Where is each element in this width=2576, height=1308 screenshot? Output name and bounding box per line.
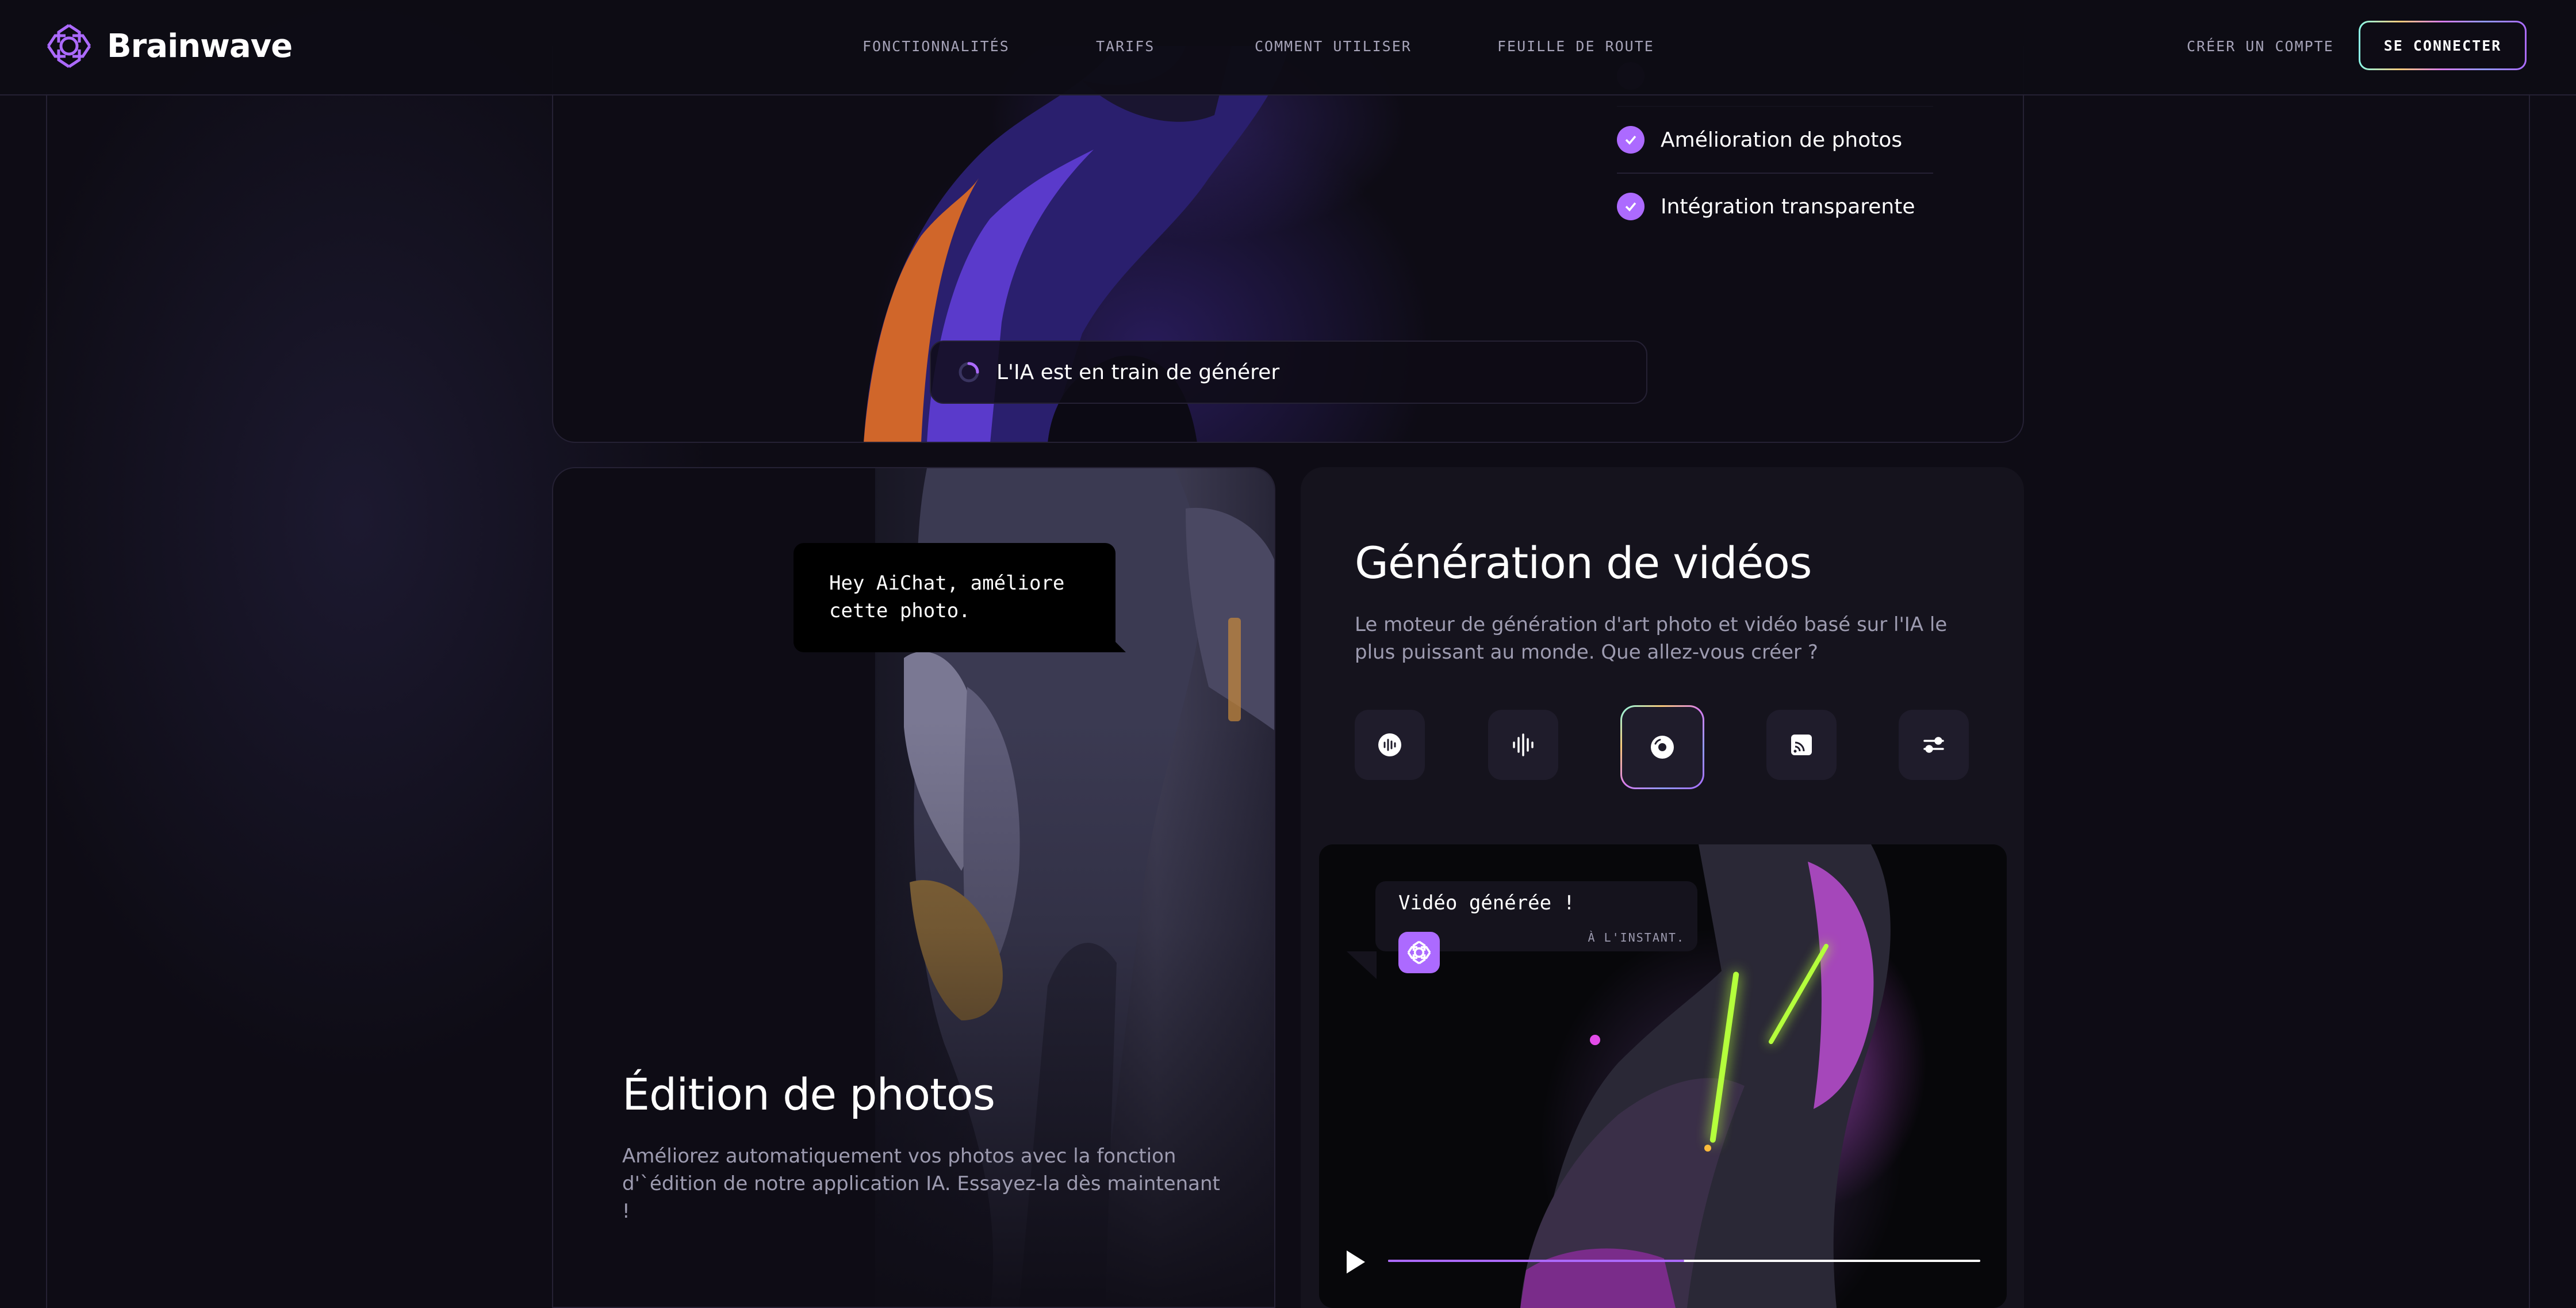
play-icon[interactable] (1347, 1250, 1365, 1273)
site-header: Brainwave FONCTIONNALITÉS TARIFS COMMENT… (0, 0, 2576, 95)
hero-card: Amélioration de photos Intégration trans… (552, 46, 2024, 443)
video-notification-text: Vidéo générée ! (1398, 892, 1575, 915)
login-button-label: SE CONNECTER (2360, 22, 2525, 68)
cast-icon (1791, 735, 1812, 755)
sound-wave-icon (1513, 733, 1534, 756)
sliders-icon (1923, 737, 1944, 753)
video-progress-bar[interactable] (1388, 1260, 1980, 1262)
page-frame-left (46, 92, 47, 1308)
disc-icon (1651, 736, 1674, 759)
tool-disc-button-inner (1622, 707, 1703, 787)
photo-editing-title: Édition de photos (622, 1069, 995, 1120)
tool-sliders-button[interactable] (1899, 710, 1969, 780)
nav-item-pricing[interactable]: TARIFS (1096, 38, 1155, 55)
nav-item-features[interactable]: FONCTIONNALITÉS (862, 38, 1010, 55)
checklist-item-label: Intégration transparente (1661, 194, 1915, 219)
generated-video-player[interactable]: Vidéo générée ! À L'INSTANT. (1319, 844, 2007, 1308)
video-generation-card: Génération de vidéos Le moteur de généra… (1301, 467, 2024, 1308)
prompt-bubble: Hey AiChat, améliore cette photo. (793, 543, 1116, 652)
loading-spinner-icon (959, 362, 979, 383)
tool-cast-button[interactable] (1766, 710, 1837, 780)
generation-status-text: L'IA est en train de générer (996, 360, 1280, 384)
tool-disc-button[interactable] (1620, 705, 1704, 789)
checklist-item-label: Amélioration de photos (1661, 128, 1903, 152)
video-progress-fill (1388, 1260, 1684, 1262)
video-notification: Vidéo générée ! À L'INSTANT. (1375, 881, 1697, 973)
check-icon (1617, 126, 1644, 154)
login-button[interactable]: SE CONNECTER (2359, 21, 2527, 70)
check-icon (1617, 193, 1644, 220)
nav-item-roadmap[interactable]: FEUILLE DE ROUTE (1497, 38, 1654, 55)
checklist-item: Intégration transparente (1617, 174, 1933, 239)
video-notification-time: À L'INSTANT. (1588, 931, 1685, 944)
checklist-item: Amélioration de photos (1617, 107, 1933, 174)
prompt-bubble-tail (1092, 619, 1126, 652)
tool-sound-wave-button[interactable] (1488, 710, 1558, 780)
nav-item-how-to-use[interactable]: COMMENT UTILISER (1255, 38, 1412, 55)
page-frame-right (2529, 92, 2530, 1308)
video-notification-tail (1347, 951, 1377, 979)
recording-icon (1378, 733, 1401, 756)
photo-editing-description: Améliorez automatiquement vos photos ave… (622, 1145, 1220, 1223)
assistant-avatar (1398, 932, 1440, 973)
photo-editing-card: Hey AiChat, améliore cette photo. Éditio… (552, 467, 1275, 1308)
video-generation-description: Le moteur de génération d'art photo et v… (1355, 613, 1948, 664)
signup-link[interactable]: CRÉER UN COMPTE (2187, 38, 2334, 55)
brain-logo-icon (1407, 940, 1431, 965)
generation-status-bar: L'IA est en train de générer (930, 341, 1647, 404)
tool-recording-button[interactable] (1355, 710, 1425, 780)
video-generation-title: Génération de vidéos (1355, 537, 1812, 588)
